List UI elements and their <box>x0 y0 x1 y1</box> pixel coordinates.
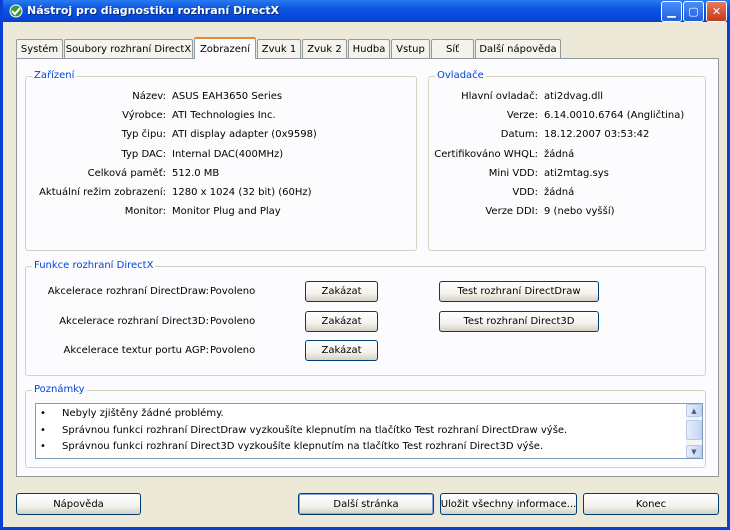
monitor-label: Monitor: <box>124 206 166 217</box>
help-button[interactable]: Nápověda <box>16 493 141 515</box>
tab-music[interactable]: Hudba <box>348 39 390 58</box>
device-group-title: Zařízení <box>32 70 77 81</box>
monitor-value: Monitor Plug and Play <box>172 206 281 217</box>
close-icon: ✕ <box>711 5 722 18</box>
features-group-title: Funkce rozhraní DirectX <box>32 260 156 271</box>
ddi-version-label: Verze DDI: <box>485 206 538 217</box>
mini-vdd-label: Mini VDD: <box>488 168 538 179</box>
test-direct3d-button[interactable]: Test rozhraní Direct3D <box>439 311 599 332</box>
notes-group: Poznámky • Nebyly zjištěny žádné problémy… <box>25 384 706 468</box>
device-name-value: ASUS EAH3650 Series <box>172 91 283 102</box>
main-driver-value: ati2dvag.dll <box>544 91 604 102</box>
drivers-group-title: Ovladače <box>435 70 486 81</box>
total-memory-label: Celková paměť: <box>87 168 166 179</box>
tab-network[interactable]: Síť <box>431 39 474 58</box>
chip-type-value: ATI display adapter (0x9598) <box>172 129 317 140</box>
manufacturer-label: Výrobce: <box>122 110 166 121</box>
window-title: Nástroj pro diagnostiku rozhraní DirectX <box>27 4 280 17</box>
scroll-thumb[interactable] <box>686 420 702 440</box>
test-directdraw-button[interactable]: Test rozhraní DirectDraw <box>439 281 599 302</box>
display-mode-label: Aktuální režim zobrazení: <box>39 187 166 198</box>
bullet-icon: • <box>40 441 46 452</box>
next-page-button[interactable]: Další stránka <box>298 493 434 515</box>
mini-vdd-value: ati2mtag.sys <box>544 168 609 179</box>
direct3d-accel-value: Povoleno <box>210 316 256 327</box>
notes-group-title: Poznámky <box>32 384 87 395</box>
tab-display[interactable]: Zobrazení <box>194 37 256 59</box>
title-bar[interactable]: Nástroj pro diagnostiku rozhraní DirectX… <box>3 0 730 22</box>
note-line: • Správnou funkci rozhraní Direct3D vyzko… <box>40 441 543 452</box>
dxdiag-app-icon <box>9 4 23 18</box>
vdd-value: žádná <box>544 187 575 198</box>
minimize-button[interactable]: ▁ <box>661 1 682 22</box>
dac-type-value: Internal DAC(400MHz) <box>172 149 284 160</box>
bullet-icon: • <box>40 425 46 436</box>
manufacturer-value: ATI Technologies Inc. <box>172 110 276 121</box>
dac-type-label: Typ DAC: <box>121 149 166 160</box>
agp-texture-accel-value: Povoleno <box>210 345 256 356</box>
note-text: Správnou funkci rozhraní Direct3D vyzkou… <box>62 441 544 452</box>
disable-directdraw-button[interactable]: Zakázat <box>305 281 378 302</box>
dxdiag-window: Nástroj pro diagnostiku rozhraní DirectX… <box>0 0 730 530</box>
date-label: Datum: <box>500 129 538 140</box>
maximize-button[interactable]: ▢ <box>683 1 704 22</box>
direct3d-accel-label: Akcelerace rozhraní Direct3D: <box>59 316 209 327</box>
disable-direct3d-button[interactable]: Zakázat <box>305 311 378 332</box>
tab-sound-1[interactable]: Zvuk 1 <box>257 39 301 58</box>
note-text: Nebyly zjištěny žádné problémy. <box>62 408 224 419</box>
device-name-label: Název: <box>132 91 166 102</box>
directdraw-accel-value: Povoleno <box>210 286 256 297</box>
note-text: Správnou funkci rozhraní DirectDraw vyzk… <box>62 425 568 436</box>
whql-value: žádná <box>544 149 575 160</box>
display-mode-value: 1280 x 1024 (32 bit) (60Hz) <box>172 187 312 198</box>
drivers-group: Ovladače Hlavní ovladač: ati2dvag.dll Ve… <box>428 70 706 251</box>
arrow-down-icon: ▼ <box>691 447 697 456</box>
agp-texture-accel-label: Akcelerace textur portu AGP: <box>63 345 209 356</box>
notes-scrollbar[interactable]: ▲ ▼ <box>686 404 702 458</box>
maximize-icon: ▢ <box>688 5 699 18</box>
exit-button[interactable]: Konec <box>583 493 719 515</box>
tab-directx-files[interactable]: Soubory rozhraní DirectX <box>64 39 193 58</box>
save-all-info-button[interactable]: Uložit všechny informace... <box>440 493 577 515</box>
directx-features-group: Funkce rozhraní DirectX Akcelerace rozhr… <box>25 260 706 376</box>
vdd-label: VDD: <box>512 187 538 198</box>
tab-sound-2[interactable]: Zvuk 2 <box>302 39 347 58</box>
whql-label: Certifikováno WHQL: <box>434 149 538 160</box>
version-label: Verze: <box>506 110 538 121</box>
close-button[interactable]: ✕ <box>706 1 727 22</box>
minimize-icon: ▁ <box>667 5 676 18</box>
scroll-up-button[interactable]: ▲ <box>686 404 702 417</box>
main-driver-label: Hlavní ovladač: <box>461 91 538 102</box>
notes-textbox[interactable]: • Nebyly zjištěny žádné problémy. • Správn… <box>35 403 703 459</box>
note-line: • Nebyly zjištěny žádné problémy. <box>40 408 224 419</box>
display-tab-panel: Zařízení Název: ASUS EAH3650 Series Výro… <box>16 58 719 477</box>
ddi-version-value: 9 (nebo vyšší) <box>544 206 615 217</box>
device-group: Zařízení Název: ASUS EAH3650 Series Výro… <box>25 70 417 251</box>
chip-type-label: Typ čipu: <box>121 129 166 140</box>
scroll-down-button[interactable]: ▼ <box>686 445 702 458</box>
note-line: • Správnou funkci rozhraní DirectDraw vyz… <box>40 425 567 436</box>
bullet-icon: • <box>40 408 46 419</box>
total-memory-value: 512.0 MB <box>172 168 220 179</box>
disable-agp-button[interactable]: Zakázat <box>305 340 378 361</box>
tab-input[interactable]: Vstup <box>391 39 430 58</box>
directdraw-accel-label: Akcelerace rozhraní DirectDraw: <box>47 286 209 297</box>
tab-more-help[interactable]: Další nápověda <box>475 39 561 58</box>
version-value: 6.14.0010.6764 (Angličtina) <box>544 110 685 121</box>
arrow-up-icon: ▲ <box>691 406 697 415</box>
tab-system[interactable]: Systém <box>16 39 63 58</box>
date-value: 18.12.2007 03:53:42 <box>544 129 650 140</box>
